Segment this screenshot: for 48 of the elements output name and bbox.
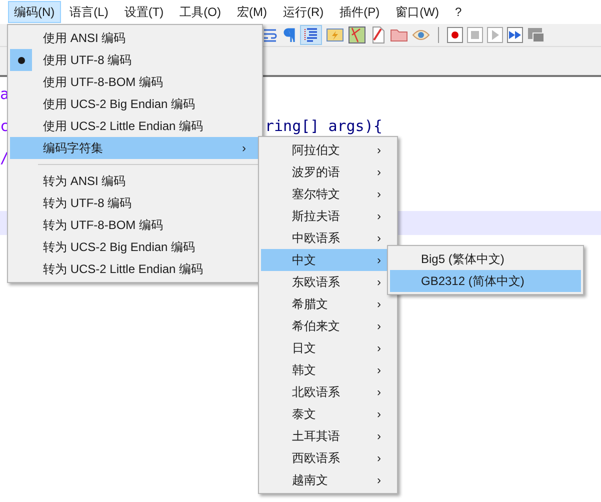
folder-icon[interactable]	[390, 28, 408, 42]
toolbar-icon[interactable]	[527, 27, 545, 43]
menu-item[interactable]: 塞尔特文 ›	[261, 183, 395, 205]
menu-item[interactable]: 使用 UTF-8-BOM 编码	[10, 71, 260, 93]
play-icon[interactable]	[487, 27, 503, 43]
menu-bar-item[interactable]: 运行(R)	[276, 1, 331, 23]
menu-item[interactable]: 斯拉夫语 ›	[261, 205, 395, 227]
menu-item[interactable]: 转为 UCS-2 Little Endian 编码	[10, 258, 260, 280]
map-icon[interactable]	[348, 26, 366, 44]
code-text: /	[0, 148, 10, 169]
menu-bar-item[interactable]: 工具(O)	[172, 1, 228, 23]
menu-item[interactable]: 阿拉伯文 ›	[261, 139, 395, 161]
word-wrap-icon[interactable]	[262, 27, 278, 43]
indent-guide-icon[interactable]	[300, 25, 322, 45]
menu-item[interactable]: 使用 UCS-2 Big Endian 编码	[10, 93, 260, 115]
menu-item[interactable]: 日文 ›	[261, 337, 395, 359]
menu-bar-item[interactable]: 编码(N)	[8, 1, 61, 23]
code-text: ring[] args){	[265, 116, 382, 137]
menu-item[interactable]: 希腊文 ›	[261, 293, 395, 315]
menu-item[interactable]: 土耳其语 ›	[261, 425, 395, 447]
menu-item[interactable]: 泰文 ›	[261, 403, 395, 425]
menu-bar-item[interactable]: 插件(P)	[332, 1, 387, 23]
menu-item[interactable]: 北欧语系 ›	[261, 381, 395, 403]
menu-bar-item[interactable]: 设置(T)	[117, 1, 171, 23]
stop-icon[interactable]	[467, 27, 483, 43]
menu-bar-item[interactable]: 语言(L)	[62, 1, 116, 23]
menu-item[interactable]: 越南文 ›	[261, 469, 395, 491]
menu-item[interactable]: 转为 UCS-2 Big Endian 编码	[10, 236, 260, 258]
eye-icon[interactable]	[412, 28, 430, 42]
document-pen-icon[interactable]	[370, 26, 386, 44]
menu-item[interactable]: 希伯来文 ›	[261, 315, 395, 337]
record-icon[interactable]	[447, 27, 463, 43]
menu-bar-item[interactable]: ?	[448, 1, 469, 23]
menu-item[interactable]: 转为 UTF-8 编码	[10, 192, 260, 214]
menu-item[interactable]: 使用 UCS-2 Little Endian 编码	[10, 115, 260, 137]
menu-item[interactable]: 韩文 ›	[261, 359, 395, 381]
menu-item[interactable]: 波罗的语 ›	[261, 161, 395, 183]
menu-item[interactable]: 中欧语系 ›	[261, 227, 395, 249]
lightning-panel-icon[interactable]	[326, 27, 344, 43]
menu-item[interactable]: 转为 ANSI 编码	[10, 170, 260, 192]
menu-item[interactable]: 西欧语系 ›	[261, 447, 395, 469]
menu-item[interactable]: GB2312 (简体中文)	[390, 270, 581, 292]
menu-bar-item[interactable]: 窗口(W)	[388, 1, 446, 23]
menu-bar-item[interactable]: 宏(M)	[230, 1, 274, 23]
menu-item[interactable]: 转为 UTF-8-BOM 编码	[10, 214, 260, 236]
fast-forward-icon[interactable]	[507, 27, 523, 43]
pilcrow-icon[interactable]	[282, 27, 296, 43]
menu-item[interactable]: 编码字符集 ›	[10, 137, 260, 159]
